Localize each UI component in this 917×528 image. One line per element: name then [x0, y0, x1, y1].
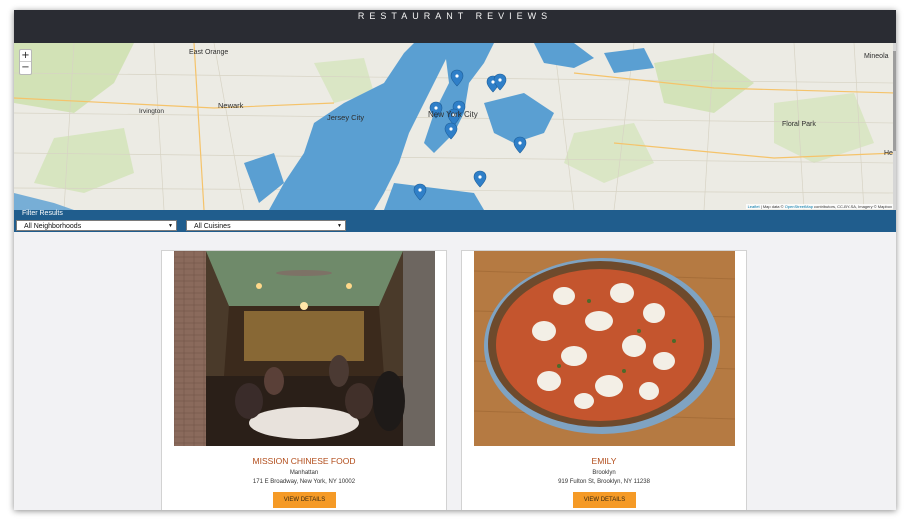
cuisines-select[interactable]: All Cuisines ▼ [186, 220, 346, 231]
restaurant-photo [474, 251, 735, 446]
map-label-newark: Newark [218, 101, 244, 110]
map-label-jersey-city: Jersey City [327, 113, 364, 122]
cuisines-select-value: All Cuisines [194, 223, 231, 230]
restaurant-address: 919 Fulton St, Brooklyn, NY 11238 [558, 479, 650, 485]
attribution-text: | Map data © [759, 204, 785, 209]
restaurant-name: EMILY [591, 456, 617, 466]
filter-bar: Filter Results All Neighborhoods ▼ All C… [14, 210, 896, 232]
view-details-button[interactable]: VIEW DETAILS [273, 492, 336, 508]
neighborhoods-select-value: All Neighborhoods [24, 223, 82, 230]
dropdown-arrow-icon: ▼ [168, 223, 173, 229]
map-label-new-york-city: New York City [428, 110, 478, 119]
attribution-rest: contributors, CC-BY-SA, Imagery © Mapbox [812, 204, 892, 209]
dropdown-arrow-icon: ▼ [337, 223, 342, 229]
map-scrollbar-thumb[interactable] [893, 51, 896, 151]
map-label-mineola: Mineola [864, 53, 889, 60]
osm-link[interactable]: OpenStreetMap [785, 204, 813, 209]
map-label-he: He [884, 150, 893, 157]
map-label-irvington: Irvington [139, 108, 164, 115]
map-label-floral-park: Floral Park [782, 121, 816, 128]
restaurant-name: MISSION CHINESE FOOD [252, 456, 356, 466]
restaurant-map[interactable]: East Orange Newark Irvington Jersey City… [14, 43, 896, 210]
restaurant-address: 171 E Broadway, New York, NY 10002 [252, 479, 356, 485]
restaurant-neighborhood: Manhattan [289, 470, 319, 476]
map-scrollbar[interactable] [893, 43, 896, 210]
map-attribution: Leaflet | Map data © OpenStreetMap contr… [745, 204, 894, 209]
view-details-button[interactable]: VIEW DETAILS [573, 492, 636, 508]
zoom-in-button[interactable]: + [20, 50, 31, 62]
map-zoom-control: + − [19, 49, 32, 75]
map-label-east-orange: East Orange [189, 49, 228, 56]
leaflet-link[interactable]: Leaflet [748, 204, 760, 209]
filter-label: Filter Results [22, 210, 63, 217]
restaurant-card: EMILY Brooklyn 919 Fulton St, Brooklyn, … [461, 250, 747, 510]
restaurant-photo [174, 251, 435, 446]
browser-viewport: RESTAURANT REVIEWS East Orange Newark Ir… [14, 10, 896, 510]
zoom-out-button[interactable]: − [20, 62, 31, 74]
map-tiles[interactable]: East Orange Newark Irvington Jersey City… [14, 43, 896, 210]
restaurant-card: MISSION CHINESE FOOD Manhattan 171 E Bro… [161, 250, 447, 510]
restaurant-neighborhood: Brooklyn [592, 470, 616, 476]
site-header: RESTAURANT REVIEWS [14, 10, 896, 43]
neighborhoods-select[interactable]: All Neighborhoods ▼ [16, 220, 177, 231]
site-title[interactable]: RESTAURANT REVIEWS [14, 11, 896, 21]
